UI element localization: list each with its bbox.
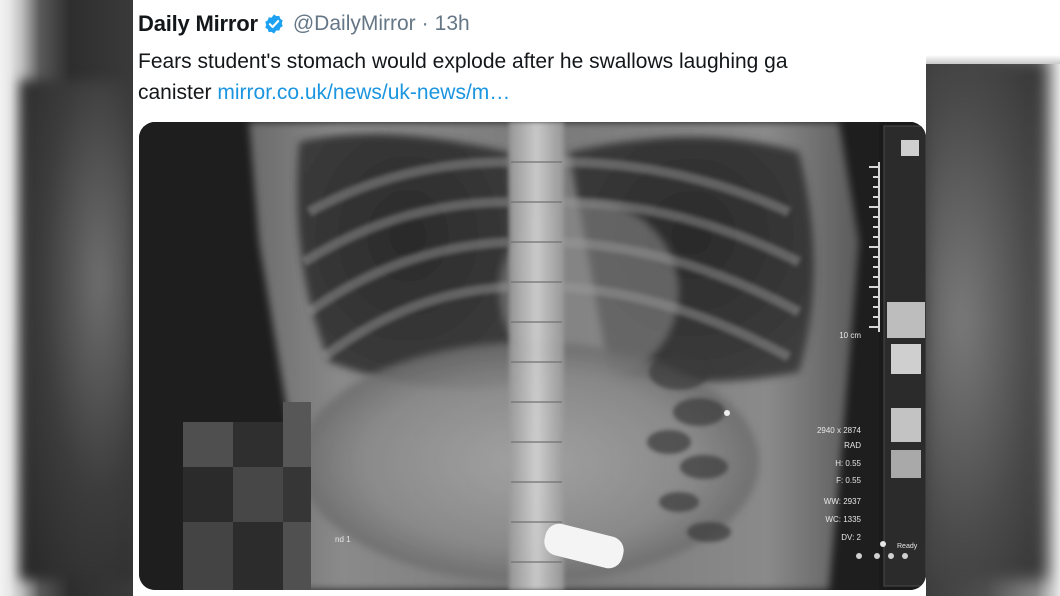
cursor-marker [724,410,730,416]
article-link[interactable]: mirror.co.uk/news/uk-news/m… [217,81,510,104]
author-display-name[interactable]: Daily Mirror [138,11,258,37]
tweet-text-line-2: canister mirror.co.uk/news/uk-news/m… [138,77,926,108]
f-label: F: 0.55 [836,476,861,485]
blurred-background-right [926,0,1060,596]
viewer-page-icon [891,408,921,442]
blurred-background-left [0,0,133,596]
image-size-label: 2940 x 2874 [817,426,862,435]
author-handle[interactable]: @DailyMirror [293,12,416,36]
tweet-text: Fears student's stomach would explode af… [138,46,926,108]
ready-indicator-icon [880,541,886,547]
xray-image[interactable]: 10 cm 2940 x 2874 RAD H: 0.55 F: 0.55 WW… [139,122,926,590]
ww-label: WW: 2937 [824,497,862,506]
tweet-header: Daily Mirror @DailyMirror · 13h [138,9,470,39]
mode-label: RAD [844,441,861,450]
index-label: nd 1 [335,535,351,544]
viewer-thumbnail-icon [887,302,925,338]
scale-label: 10 cm [839,331,861,340]
censored-area [183,402,311,590]
tweet-text-line-1: Fears student's stomach would explode af… [138,50,788,73]
viewer-tool-icon [901,140,919,156]
xray-illustration: 10 cm 2940 x 2874 RAD H: 0.55 F: 0.55 WW… [139,122,926,590]
viewer-image-icon [891,450,921,478]
tweet-text-word: canister [138,81,212,104]
h-label: H: 0.55 [835,459,861,468]
verified-badge-icon [263,13,285,35]
background-top-right [926,0,1060,64]
dv-label: DV: 2 [841,533,861,542]
viewer-grid-icon [891,344,921,374]
tweet-timestamp[interactable]: 13h [435,12,470,36]
wc-label: WC: 1335 [825,515,861,524]
separator-dot: · [421,12,429,35]
ready-label: Ready [897,543,918,550]
tweet-card: Daily Mirror @DailyMirror · 13h Fears st… [133,0,926,596]
